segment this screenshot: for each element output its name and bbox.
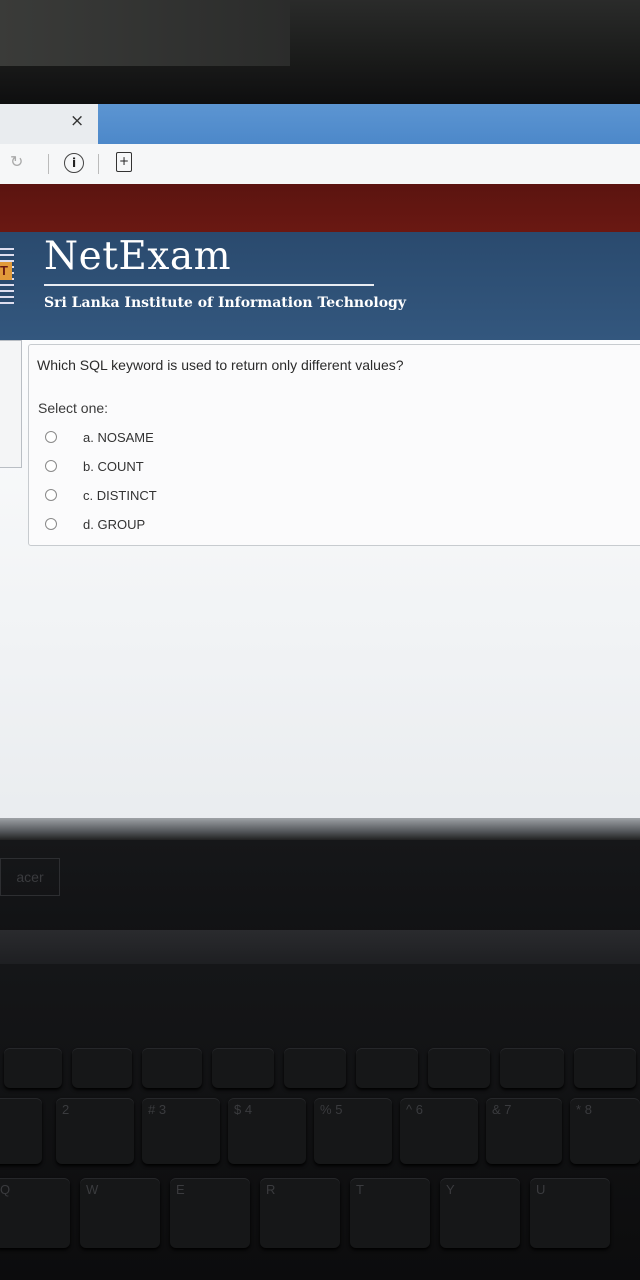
key-number: 8 [584,1102,592,1117]
radio-button[interactable] [45,431,57,443]
key-symbol: * [576,1102,582,1117]
key-w[interactable]: W [80,1178,160,1248]
close-tab-icon[interactable]: × [70,110,90,132]
question-info-panel [0,340,22,468]
key-7[interactable]: & 7 [486,1098,562,1164]
tilde-key[interactable] [0,1098,42,1164]
key-letter: R [266,1182,276,1197]
key-e[interactable]: E [170,1178,250,1248]
function-key[interactable] [284,1048,346,1088]
option-label[interactable]: d. GROUP [83,517,145,532]
select-one-prompt: Select one: [38,400,109,416]
key-t[interactable]: T [350,1178,430,1248]
tab-bar: × [0,104,640,150]
key-letter: Y [446,1182,455,1197]
laptop-hinge [0,930,640,964]
page-add-icon[interactable]: + [116,152,132,172]
monitor-top-bezel [0,0,640,108]
logo-letter: T [0,262,12,280]
key-q[interactable]: Q [0,1178,70,1248]
key-8[interactable]: * 8 [570,1098,640,1164]
page-content: Which SQL keyword is used to return only… [0,340,640,834]
browser-screen: × ↻ i + T NetExam Sri Lanka Institute of… [0,104,640,834]
key-letter: Q [0,1182,11,1197]
key-symbol: # [148,1102,156,1117]
function-key[interactable] [72,1048,132,1088]
key-2[interactable]: 2 [56,1098,134,1164]
key-y[interactable]: Y [440,1178,520,1248]
function-key[interactable] [574,1048,636,1088]
key-letter: T [356,1182,364,1197]
radio-button[interactable] [45,489,57,501]
radio-button[interactable] [45,460,57,472]
key-3[interactable]: # 3 [142,1098,220,1164]
key-letter: E [176,1182,185,1197]
option-label[interactable]: a. NOSAME [83,430,154,445]
toolbar-divider [48,154,49,174]
key-5[interactable]: % 5 [314,1098,392,1164]
radio-button[interactable] [45,518,57,530]
answer-option[interactable]: b. COUNT [45,456,144,476]
site-brand-title[interactable]: NetExam [44,234,231,279]
institute-name: Sri Lanka Institute of Information Techn… [44,295,406,311]
function-key[interactable] [4,1048,62,1088]
question-text: Which SQL keyword is used to return only… [37,357,404,373]
key-u[interactable]: U [530,1178,610,1248]
key-letter: W [86,1182,99,1197]
laptop-logo: acer [0,858,60,896]
browser-toolbar: ↻ i + [0,144,640,185]
key-number: 7 [504,1102,512,1117]
key-number: 6 [415,1102,423,1117]
site-header: T NetExam Sri Lanka Institute of Informa… [0,232,640,344]
answer-option[interactable]: d. GROUP [45,514,145,534]
answer-option[interactable]: a. NOSAME [45,427,154,447]
key-number: 3 [158,1102,167,1117]
toolbar-divider [98,154,99,174]
function-key[interactable] [356,1048,418,1088]
reload-icon[interactable]: ↻ [10,152,23,171]
key-symbol: & [492,1102,501,1117]
key-6[interactable]: ^ 6 [400,1098,478,1164]
question-card: Which SQL keyword is used to return only… [28,344,640,546]
key-symbol: $ [234,1102,242,1117]
info-icon[interactable]: i [64,153,84,173]
key-symbol: 2 [62,1102,70,1117]
key-number: 4 [244,1102,253,1117]
function-key[interactable] [212,1048,274,1088]
site-top-band [0,184,640,232]
function-key[interactable] [500,1048,564,1088]
option-label[interactable]: c. DISTINCT [83,488,157,503]
function-key[interactable] [428,1048,490,1088]
option-label[interactable]: b. COUNT [83,459,144,474]
brand-underline [44,284,374,286]
bezel-glare [0,0,290,66]
screen-edge [0,818,640,840]
key-r[interactable]: R [260,1178,340,1248]
key-letter: U [536,1182,546,1197]
answer-option[interactable]: c. DISTINCT [45,485,157,505]
function-key[interactable] [142,1048,202,1088]
key-4[interactable]: $ 4 [228,1098,306,1164]
key-symbol: % [320,1102,332,1117]
key-symbol: ^ [406,1102,413,1117]
keyboard-deck: 2 # 3 $ 4 % 5 ^ 6 & 7 * 8 Q W E R T Y U [0,964,640,1280]
key-number: 5 [335,1102,343,1117]
